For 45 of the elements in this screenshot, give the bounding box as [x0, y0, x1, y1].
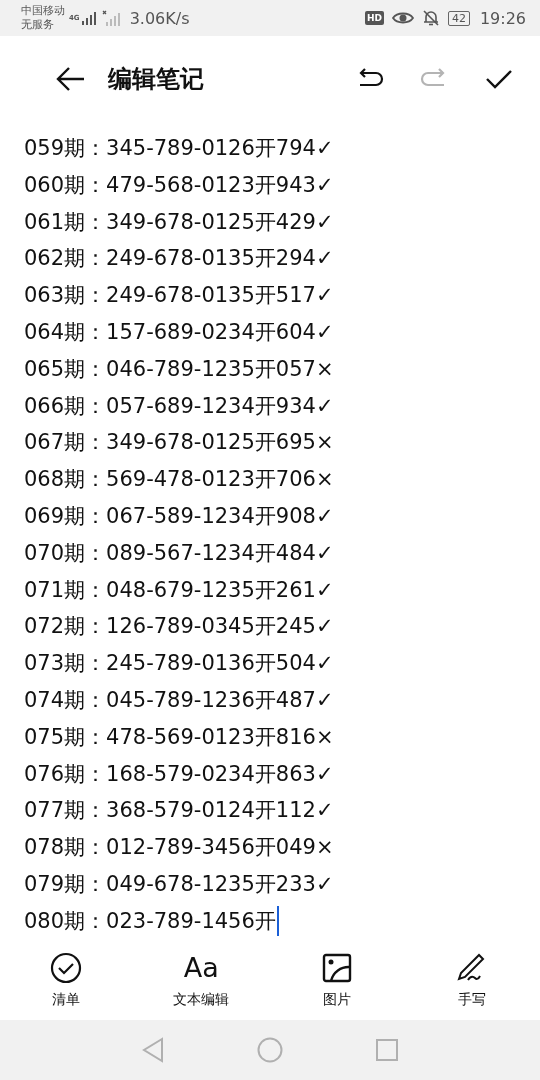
note-line: 064期：157-689-0234开604✓	[24, 319, 334, 346]
clock: 19:26	[479, 8, 526, 28]
back-arrow-icon	[56, 66, 86, 92]
note-line: 072期：126-789-0345开245✓	[24, 613, 334, 641]
battery-level: 42	[447, 10, 470, 26]
save-icon	[484, 67, 514, 91]
text-style-button[interactable]: Aa 文本编辑	[171, 951, 232, 1009]
note-line: 077期：368-579-0124开112✓	[24, 797, 334, 825]
eye-icon	[391, 11, 414, 25]
note-line: 065期：046-789-1235开057×	[24, 355, 334, 383]
note-line: 078期：012-789-3456开049×	[24, 834, 334, 862]
note-line: 060期：479-568-0123开943✓	[24, 171, 334, 199]
text-style-icon: Aa	[183, 951, 219, 985]
image-icon	[321, 953, 352, 983]
muted-bell-icon	[421, 9, 440, 27]
note-line: 076期：168-579-0234开863✓	[24, 760, 334, 788]
page-title: 编辑笔记	[108, 64, 205, 95]
note-line: 074期：045-789-1236开487✓	[24, 686, 334, 714]
note-line: 070期：089-567-1234开484✓	[24, 539, 334, 567]
note-line: 071期：048-679-1235开261✓	[24, 576, 334, 604]
note-line: 069期：067-589-1234开908✓	[24, 502, 334, 530]
hd-badge: HD	[364, 11, 384, 25]
signal-icon	[80, 11, 99, 25]
home-nav-icon[interactable]	[257, 1037, 283, 1063]
back-nav-icon[interactable]	[141, 1037, 165, 1063]
note-line: 059期：345-789-0126开794✓	[24, 135, 334, 162]
note-line: 062期：249-678-0135开294✓	[24, 245, 334, 273]
handwriting-button[interactable]: 手写	[442, 951, 502, 1009]
note-line: 075期：478-569-0123开816×	[24, 723, 334, 751]
network-speed: 3.06K/s	[129, 8, 190, 28]
check-circle-icon	[50, 952, 82, 984]
note-line: 079期：049-678-1235开233✓	[24, 870, 334, 898]
note-line: 066期：057-689-1234开934✓	[24, 392, 334, 420]
note-line: 080期：023-789-1456开	[24, 907, 276, 935]
note-line: 067期：349-678-0125开695×	[24, 429, 334, 457]
carrier-label: 中国移动	[21, 4, 65, 18]
image-button[interactable]: 图片	[306, 951, 367, 1009]
no-signal-icon	[101, 10, 122, 26]
checklist-button[interactable]: 清单	[36, 951, 96, 1009]
note-line: 063期：249-678-0135开517✓	[24, 282, 334, 310]
recents-nav-icon[interactable]	[375, 1038, 399, 1062]
note-line: 061期：349-678-0125开429✓	[24, 208, 334, 236]
service-label: 无服务	[21, 18, 55, 32]
note-line: 073期：245-789-0136开504✓	[24, 650, 334, 678]
note-line: 068期：569-478-0123开706×	[24, 466, 334, 494]
